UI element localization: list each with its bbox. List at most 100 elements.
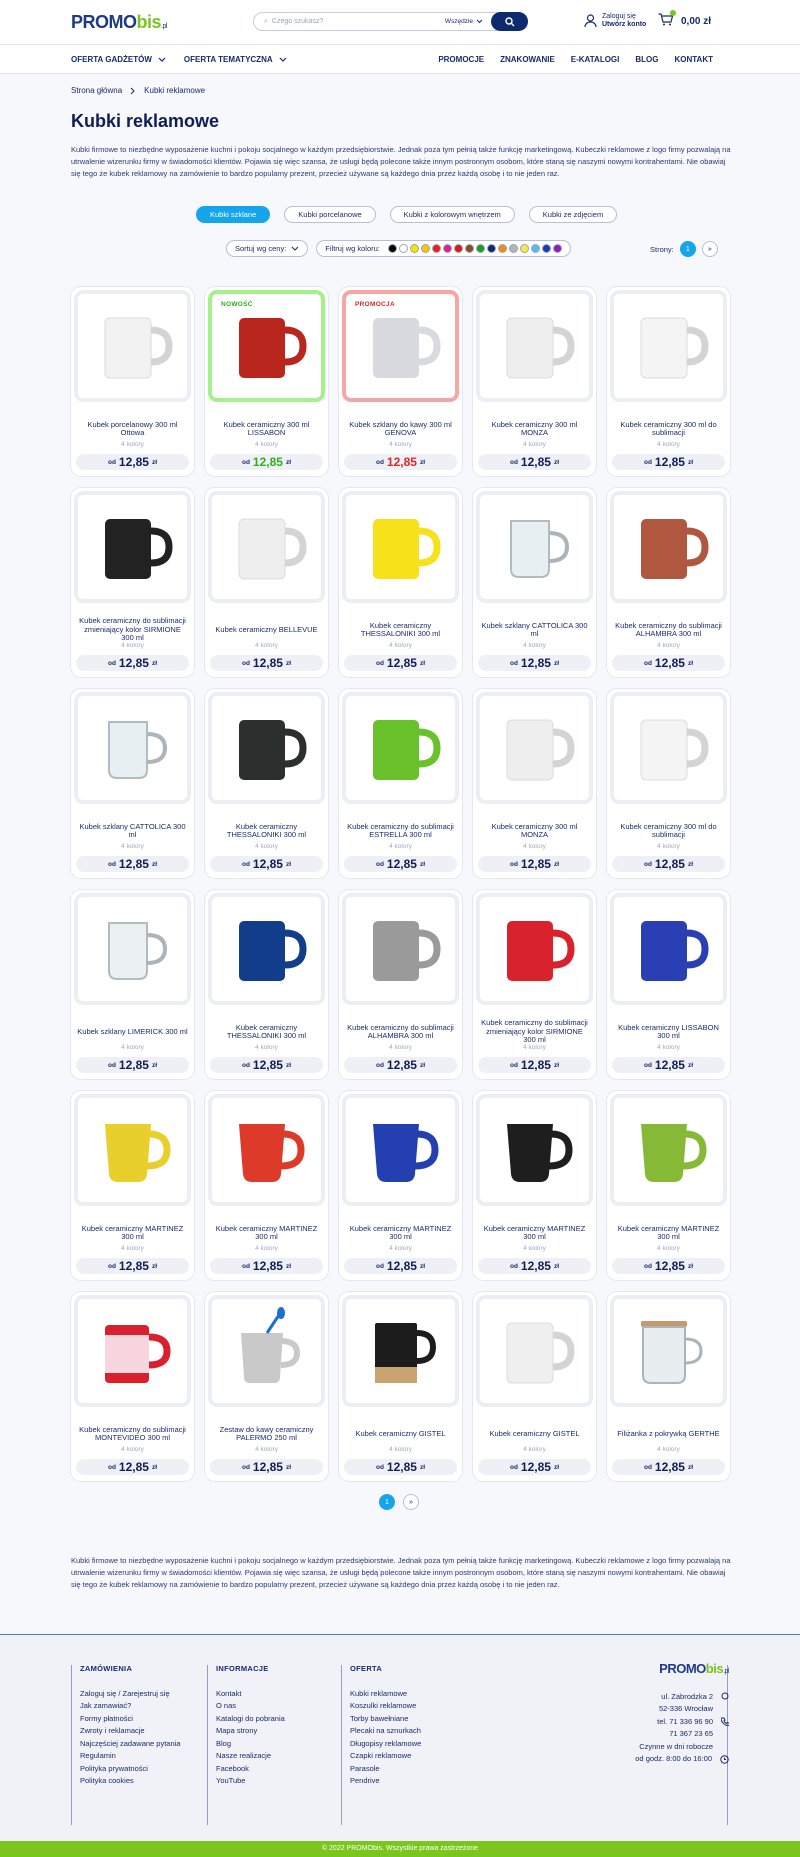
product-card[interactable]: Kubek szklany LIMERICK 300 ml 4 kolory o… — [71, 890, 194, 1079]
footer-link[interactable]: Regulamin — [80, 1750, 180, 1763]
color-swatch[interactable] — [442, 244, 452, 253]
color-swatch[interactable] — [541, 244, 551, 253]
product-image[interactable] — [74, 491, 191, 603]
product-image[interactable] — [208, 893, 325, 1005]
next-page-button[interactable]: » — [701, 241, 718, 257]
footer-link[interactable]: Czapki reklamowe — [350, 1750, 421, 1763]
product-image[interactable] — [610, 491, 727, 603]
footer-link[interactable]: Mapa strony — [216, 1725, 285, 1738]
product-card[interactable]: Kubek ceramiczny 300 ml do sublimacji 4 … — [607, 287, 730, 476]
nav-promotions[interactable]: PROMOCJE — [438, 55, 484, 64]
product-card[interactable]: Kubek ceramiczny do sublimacji zmieniają… — [473, 890, 596, 1079]
sort-by-price[interactable]: Sortuj wg ceny: — [226, 240, 309, 257]
product-card[interactable]: Kubek ceramiczny GISTEL 4 kolory od 12,8… — [473, 1292, 596, 1481]
product-card[interactable]: Kubek ceramiczny THESSALONIKI 300 ml 4 k… — [339, 488, 462, 677]
product-image[interactable] — [208, 692, 325, 804]
product-image[interactable] — [610, 290, 727, 402]
footer-link[interactable]: Koszulki reklamowe — [350, 1700, 421, 1713]
product-image[interactable] — [476, 893, 593, 1005]
product-image[interactable]: PROMOCJA — [342, 290, 459, 402]
nav-thematic[interactable]: OFERTA TEMATYCZNA — [184, 55, 287, 64]
color-swatch[interactable] — [475, 244, 485, 253]
product-card[interactable]: Kubek ceramiczny 300 ml do sublimacji 4 … — [607, 689, 730, 878]
account-link[interactable]: Zaloguj się Utwórz konto — [584, 13, 646, 29]
product-image[interactable] — [74, 1295, 191, 1407]
footer-link[interactable]: Jak zamawiać? — [80, 1700, 180, 1713]
color-swatch[interactable] — [508, 244, 518, 253]
product-image[interactable] — [342, 1295, 459, 1407]
product-image[interactable] — [74, 290, 191, 402]
color-swatch[interactable] — [387, 244, 397, 253]
product-image[interactable] — [208, 491, 325, 603]
footer-link[interactable]: Najczęściej zadawane pytania — [80, 1738, 180, 1751]
product-card[interactable]: Kubek szklany CATTOLICA 300 ml 4 kolory … — [71, 689, 194, 878]
product-card[interactable]: Kubek ceramiczny BELLEVUE 4 kolory od 12… — [205, 488, 328, 677]
product-card[interactable]: Kubek ceramiczny LISSABON 300 ml 4 kolor… — [607, 890, 730, 1079]
search-button[interactable] — [491, 12, 528, 31]
product-card[interactable]: Kubek porcelanowy 300 ml Ottowa 4 kolory… — [71, 287, 194, 476]
product-card[interactable]: Kubek ceramiczny GISTEL 4 kolory od 12,8… — [339, 1292, 462, 1481]
product-card[interactable]: PROMOCJA Kubek szklany do kawy 300 ml GE… — [339, 287, 462, 476]
footer-link[interactable]: Kontakt — [216, 1688, 285, 1701]
footer-link[interactable]: Pendrive — [350, 1775, 421, 1788]
product-image[interactable] — [74, 1094, 191, 1206]
product-image[interactable]: NOWOŚĆ — [208, 290, 325, 402]
footer-link[interactable]: Zwroty i reklamacje — [80, 1725, 180, 1738]
page-1-button[interactable]: 1 — [379, 1494, 395, 1510]
product-image[interactable] — [476, 1094, 593, 1206]
color-swatch[interactable] — [486, 244, 496, 253]
footer-link[interactable]: Nasze realizacje — [216, 1750, 285, 1763]
product-image[interactable] — [476, 290, 593, 402]
product-image[interactable] — [610, 1094, 727, 1206]
chip-glass-mugs[interactable]: Kubki szklane — [196, 206, 271, 223]
product-image[interactable] — [476, 1295, 593, 1407]
chip-photo-mugs[interactable]: Kubki ze zdjęciem — [528, 206, 618, 223]
product-card[interactable]: Kubek ceramiczny do sublimacji ESTRELLA … — [339, 689, 462, 878]
footer-link[interactable]: Facebook — [216, 1763, 285, 1776]
color-swatch[interactable] — [519, 244, 529, 253]
color-swatch[interactable] — [420, 244, 430, 253]
footer-link[interactable]: Katalogi do pobrania — [216, 1713, 285, 1726]
color-swatch[interactable] — [431, 244, 441, 253]
color-swatch[interactable] — [530, 244, 540, 253]
product-image[interactable] — [476, 491, 593, 603]
product-card[interactable]: Kubek ceramiczny do sublimacji ALHAMBRA … — [607, 488, 730, 677]
footer-link[interactable]: YouTube — [216, 1775, 285, 1788]
nav-ecatalogs[interactable]: E-KATALOGI — [571, 55, 620, 64]
color-swatch[interactable] — [497, 244, 507, 253]
product-card[interactable]: Kubek ceramiczny MARTINEZ 300 ml 4 kolor… — [339, 1091, 462, 1280]
nav-contact[interactable]: KONTAKT — [674, 55, 713, 64]
product-card[interactable]: Kubek ceramiczny MARTINEZ 300 ml 4 kolor… — [205, 1091, 328, 1280]
breadcrumb-home[interactable]: Strona główna — [71, 86, 122, 95]
product-card[interactable]: Kubek ceramiczny 300 ml MONZA 4 kolory o… — [473, 689, 596, 878]
search-input[interactable]: ⌕ Czego szukasz? — [254, 18, 445, 26]
product-image[interactable] — [74, 893, 191, 1005]
product-image[interactable] — [342, 1094, 459, 1206]
product-image[interactable] — [208, 1094, 325, 1206]
footer-link[interactable]: Plecaki na sznurkach — [350, 1725, 421, 1738]
color-swatch[interactable] — [409, 244, 419, 253]
footer-link[interactable]: Polityka prywatności — [80, 1763, 180, 1776]
product-card[interactable]: NOWOŚĆ Kubek ceramiczny 300 ml LISSABON … — [205, 287, 328, 476]
footer-link[interactable]: Polityka cookies — [80, 1775, 180, 1788]
phone-number[interactable]: 71 367 23 65 — [669, 1728, 713, 1741]
footer-link[interactable]: Długopisy reklamowe — [350, 1738, 421, 1751]
product-card[interactable]: Kubek ceramiczny THESSALONIKI 300 ml 4 k… — [205, 689, 328, 878]
nav-blog[interactable]: BLOG — [635, 55, 658, 64]
product-card[interactable]: Kubek ceramiczny do sublimacji MONTEVIDE… — [71, 1292, 194, 1481]
product-card[interactable]: Zestaw do kawy ceramiczny PALERMO 250 ml… — [205, 1292, 328, 1481]
nav-gadgets[interactable]: OFERTA GADŻETÓW — [71, 55, 166, 64]
product-image[interactable] — [342, 893, 459, 1005]
page-1-button[interactable]: 1 — [679, 241, 696, 257]
product-card[interactable]: Kubek ceramiczny MARTINEZ 300 ml 4 kolor… — [71, 1091, 194, 1280]
chip-porcelain-mugs[interactable]: Kubki porcelanowe — [284, 206, 376, 223]
footer-link[interactable]: Blog — [216, 1738, 285, 1751]
footer-link[interactable]: Zaloguj się / Zarejestruj się — [80, 1688, 180, 1701]
site-logo[interactable]: PROMObis.pl — [71, 12, 167, 33]
product-card[interactable]: Kubek ceramiczny THESSALONIKI 300 ml 4 k… — [205, 890, 328, 1079]
color-swatch[interactable] — [453, 244, 463, 253]
product-image[interactable] — [610, 893, 727, 1005]
product-card[interactable]: Kubek szklany CATTOLICA 300 ml 4 kolory … — [473, 488, 596, 677]
next-page-button[interactable]: » — [403, 1494, 419, 1510]
product-card[interactable]: Kubek ceramiczny MARTINEZ 300 ml 4 kolor… — [607, 1091, 730, 1280]
